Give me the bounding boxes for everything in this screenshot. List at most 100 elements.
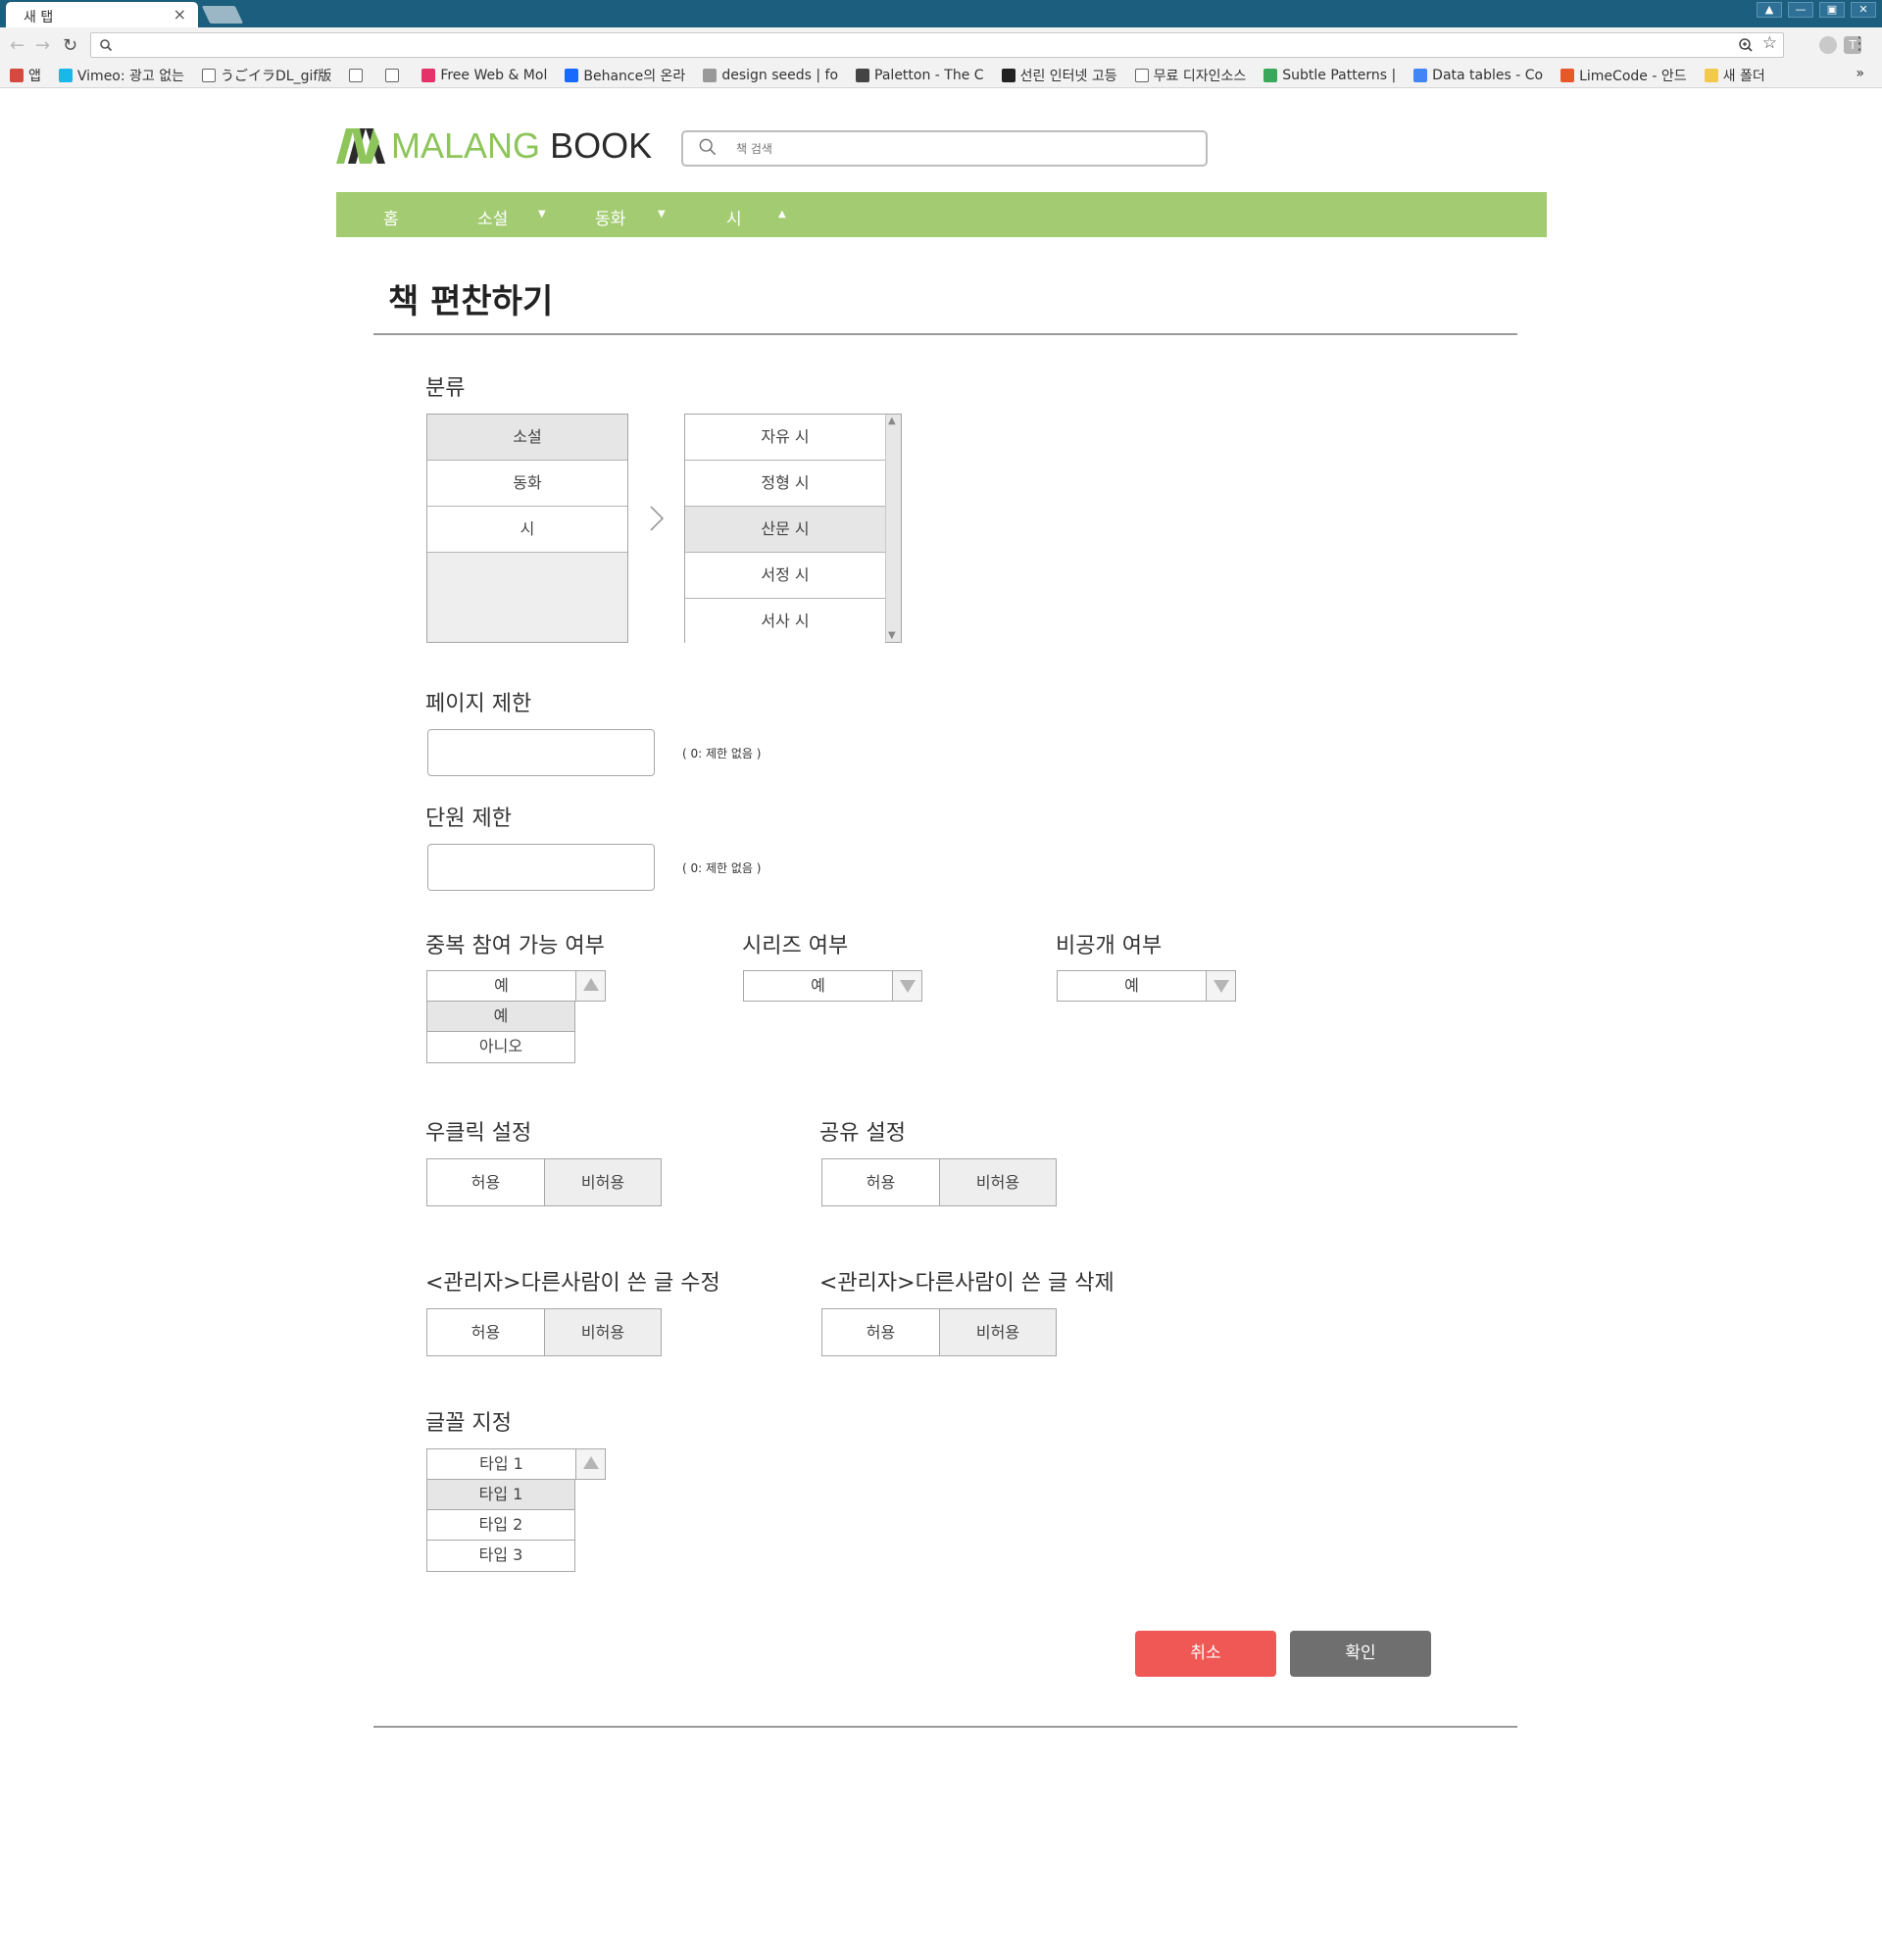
dropdown-option[interactable]: 타입 3 bbox=[427, 1541, 574, 1571]
triangle-down-icon bbox=[900, 980, 916, 993]
deny-option[interactable]: 비허용 bbox=[939, 1309, 1056, 1355]
limecode-icon bbox=[1560, 68, 1575, 82]
dup-participation-select[interactable]: 예 bbox=[426, 970, 606, 1002]
deny-option[interactable]: 비허용 bbox=[544, 1159, 661, 1205]
nav-item-novel[interactable]: 소설 bbox=[477, 205, 508, 229]
nav-poem-caret-icon[interactable]: ▲ bbox=[778, 209, 786, 220]
dropdown-option[interactable]: 예 bbox=[427, 1002, 574, 1032]
invision-icon bbox=[421, 68, 436, 82]
bookmark-item[interactable]: LimeCode - 안드 bbox=[1560, 66, 1687, 85]
tab-title: 새 탭 bbox=[24, 10, 54, 25]
allow-option[interactable]: 허용 bbox=[427, 1309, 544, 1355]
minimize-button[interactable]: — bbox=[1788, 2, 1813, 18]
book-search-input[interactable] bbox=[736, 139, 1187, 159]
paletton-icon bbox=[856, 68, 870, 82]
nav-novel-caret-icon[interactable]: ▼ bbox=[538, 209, 546, 220]
profile-button[interactable]: ▲ bbox=[1757, 2, 1782, 18]
category-item[interactable]: 동화 bbox=[427, 461, 627, 507]
address-bar[interactable]: ☆ bbox=[90, 32, 1784, 58]
font-options: 타입 1 타입 2 타입 3 bbox=[426, 1480, 575, 1572]
bookmark-item[interactable]: うごイラDL_gif版 bbox=[202, 66, 331, 85]
bookmark-item[interactable]: 선린 인터넷 고등 bbox=[1001, 66, 1117, 85]
category-item[interactable]: 시 bbox=[427, 507, 627, 553]
bookmark-item[interactable]: Data tables - Co bbox=[1413, 68, 1543, 83]
scroll-up-icon[interactable]: ▲ bbox=[888, 416, 896, 426]
sunrin-icon bbox=[1001, 68, 1015, 82]
browser-tab[interactable]: 새 탭 × bbox=[6, 2, 198, 27]
dropdown-toggle[interactable] bbox=[1206, 971, 1235, 1001]
nav-item-poem[interactable]: 시 bbox=[726, 205, 742, 229]
book-search-box bbox=[681, 130, 1208, 167]
page-limit-input[interactable] bbox=[427, 729, 655, 776]
nav-item-home[interactable]: 홈 bbox=[383, 205, 399, 229]
dropdown-toggle[interactable] bbox=[892, 971, 921, 1001]
bookmark-star-icon[interactable]: ☆ bbox=[1762, 33, 1777, 53]
unit-limit-input[interactable] bbox=[427, 844, 655, 891]
bookmark-label: Vimeo: 광고 없는 bbox=[76, 68, 185, 84]
forward-icon[interactable]: → bbox=[35, 35, 50, 56]
scroll-down-icon[interactable]: ▼ bbox=[888, 630, 896, 641]
bookmark-item[interactable]: Paletton - The C bbox=[856, 68, 984, 83]
page-limit-label: 페이지 제한 bbox=[425, 692, 532, 716]
extension-icon[interactable] bbox=[1819, 36, 1837, 54]
dropdown-toggle[interactable] bbox=[575, 1449, 605, 1479]
confirm-button[interactable]: 확인 bbox=[1290, 1631, 1431, 1677]
sub-category-item[interactable]: 산문 시 bbox=[685, 507, 885, 553]
sub-category-scrollbar[interactable]: ▲ ▼ bbox=[885, 415, 901, 642]
allow-option[interactable]: 허용 bbox=[427, 1159, 544, 1205]
search-icon[interactable] bbox=[699, 138, 717, 156]
dropdown-option[interactable]: 아니오 bbox=[427, 1032, 574, 1062]
back-icon[interactable]: ← bbox=[10, 35, 25, 56]
bookmark-item[interactable]: Free Web & Mol bbox=[421, 68, 547, 83]
sub-category-item[interactable]: 서사 시 bbox=[685, 599, 885, 645]
close-window-button[interactable]: ✕ bbox=[1851, 2, 1876, 18]
bookmark-item[interactable]: Subtle Patterns | bbox=[1263, 68, 1396, 83]
logo-mark-icon bbox=[336, 128, 385, 164]
bookmark-item[interactable]: 새 폴더 bbox=[1704, 66, 1765, 85]
zoom-icon[interactable] bbox=[1738, 34, 1754, 56]
page-limit-hint: ( 0: 제한 없음 ) bbox=[682, 747, 762, 760]
dup-participation-value: 예 bbox=[494, 976, 509, 995]
deny-option[interactable]: 비허용 bbox=[939, 1159, 1056, 1205]
bookmark-item[interactable]: Behance의 온라 bbox=[565, 66, 685, 85]
bookmark-item[interactable]: 무료 디자인소스 bbox=[1134, 66, 1246, 85]
chevron-right-icon bbox=[650, 506, 665, 531]
sub-category-item[interactable]: 자유 시 bbox=[685, 415, 885, 461]
sub-category-item[interactable]: 정형 시 bbox=[685, 461, 885, 507]
allow-option[interactable]: 허용 bbox=[822, 1309, 939, 1355]
nav-fairytale-caret-icon[interactable]: ▼ bbox=[658, 209, 666, 220]
logo-text-book: BOOK bbox=[550, 125, 653, 166]
reload-icon[interactable]: ↻ bbox=[63, 35, 77, 56]
nav-item-fairytale[interactable]: 동화 bbox=[595, 205, 625, 229]
bookmark-item[interactable] bbox=[385, 68, 404, 82]
sub-category-list: 자유 시 정형 시 산문 시 서정 시 서사 시 ▲ ▼ bbox=[684, 414, 902, 645]
private-select[interactable]: 예 bbox=[1057, 970, 1236, 1002]
sub-category-item[interactable]: 서정 시 bbox=[685, 553, 885, 599]
menu-icon[interactable]: ⋮ bbox=[1851, 33, 1868, 54]
restore-button[interactable]: ▣ bbox=[1819, 2, 1845, 18]
dropdown-option[interactable]: 타입 2 bbox=[427, 1510, 574, 1541]
bookmark-item[interactable] bbox=[349, 68, 368, 82]
bookmark-label: LimeCode - 안드 bbox=[1579, 68, 1687, 84]
bookmark-label: 선린 인터넷 고등 bbox=[1019, 68, 1117, 84]
new-tab-button[interactable] bbox=[201, 6, 244, 24]
series-select[interactable]: 예 bbox=[743, 970, 922, 1002]
series-value: 예 bbox=[811, 976, 825, 995]
bookmark-label: Subtle Patterns | bbox=[1282, 67, 1397, 83]
bookmark-item[interactable]: design seeds | fo bbox=[703, 68, 838, 83]
dropdown-toggle[interactable] bbox=[575, 971, 605, 1001]
admin-delete-toggle: 허용 비허용 bbox=[821, 1308, 1057, 1356]
category-item[interactable]: 소설 bbox=[427, 415, 627, 461]
dup-participation-label: 중복 참여 가능 여부 bbox=[425, 934, 605, 958]
allow-option[interactable]: 허용 bbox=[822, 1159, 939, 1205]
deny-option[interactable]: 비허용 bbox=[544, 1309, 661, 1355]
browser-tabstrip: 새 탭 × ▲ — ▣ ✕ bbox=[0, 0, 1882, 27]
bookmark-item[interactable]: Vimeo: 광고 없는 bbox=[58, 66, 185, 85]
site-logo[interactable]: MALANG BOOK bbox=[336, 125, 652, 167]
tab-close-icon[interactable]: × bbox=[173, 5, 186, 24]
bookmarks-overflow-icon[interactable]: » bbox=[1856, 66, 1864, 81]
bookmark-item[interactable]: 앱 bbox=[10, 66, 41, 85]
font-select[interactable]: 타입 1 bbox=[426, 1448, 606, 1480]
dropdown-option[interactable]: 타입 1 bbox=[427, 1480, 574, 1510]
cancel-button[interactable]: 취소 bbox=[1135, 1631, 1276, 1677]
